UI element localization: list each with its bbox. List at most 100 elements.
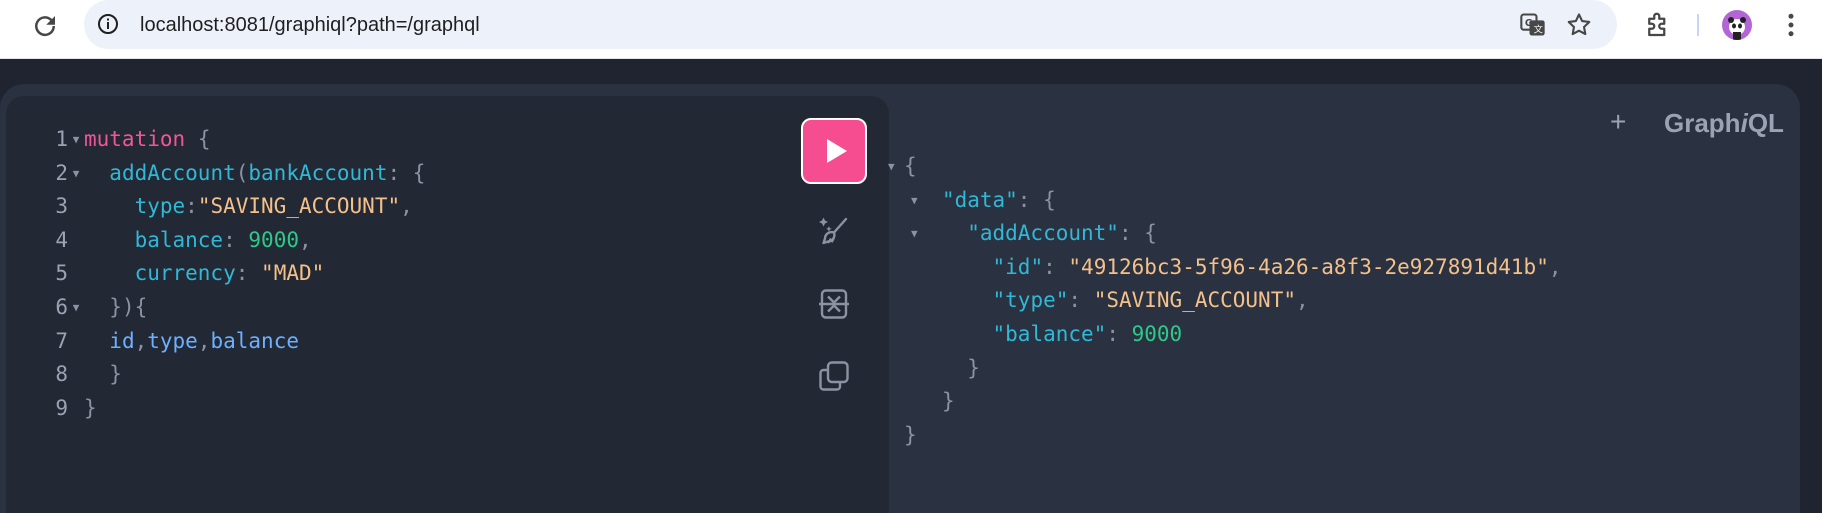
line-number: 4: [55, 227, 68, 252]
argument-name: bankAccount: [248, 160, 388, 185]
address-bar[interactable]: localhost:8081/graphiql?path=/graphql G …: [84, 0, 1617, 49]
type-key: "type": [992, 288, 1069, 313]
closing-brace: }: [109, 362, 122, 387]
colon: :: [185, 194, 198, 219]
svg-text:文: 文: [1534, 24, 1543, 36]
colon: :: [1068, 288, 1082, 313]
url-text[interactable]: localhost:8081/graphiql?path=/graphql: [140, 14, 480, 37]
execute-query-button[interactable]: [801, 118, 867, 184]
fold-arrow-icon[interactable]: ▼: [68, 291, 84, 325]
string-value: "SAVING_ACCOUNT": [197, 194, 401, 219]
code-line: 9}: [42, 392, 425, 426]
brace: {: [412, 160, 426, 185]
colon: :: [1017, 187, 1031, 212]
comma: ,: [298, 227, 312, 252]
result-line: "balance": 9000: [904, 318, 1562, 352]
query-code[interactable]: 1 ▼ mutation { 2 ▼ addAccount(bankAccount: …: [42, 123, 425, 425]
extensions-icon[interactable]: [1643, 10, 1673, 40]
selection-field: id: [109, 328, 135, 353]
comma: ,: [197, 328, 211, 353]
string-value: "MAD": [261, 261, 325, 286]
brace: {: [1043, 187, 1056, 212]
fold-arrow-icon[interactable]: ▼: [911, 217, 918, 251]
closing-brace: }: [967, 355, 980, 380]
balance-key: "balance": [992, 321, 1107, 346]
code-line: 6 ▼ }){: [42, 291, 425, 325]
bookmark-star-icon[interactable]: [1565, 11, 1593, 39]
line-number: 5: [55, 261, 68, 286]
number-value: 9000: [248, 227, 299, 252]
colon: :: [1118, 221, 1132, 246]
input-key: currency: [134, 261, 236, 286]
comma: ,: [400, 194, 413, 219]
closing-brace: }: [904, 422, 917, 447]
comma: ,: [1295, 288, 1309, 313]
comma: ,: [1548, 254, 1562, 279]
svg-text:G: G: [1525, 18, 1533, 29]
line-number: 2: [55, 160, 68, 185]
line-number: 3: [55, 194, 68, 219]
fold-arrow-icon[interactable]: ▼: [68, 123, 84, 157]
code-line: 1 ▼ mutation {: [42, 123, 425, 157]
panda-avatar-icon: [1728, 17, 1746, 40]
graphiql-logo: GraphiQL: [1664, 108, 1784, 138]
mutation-keyword: mutation: [84, 127, 186, 151]
line-number: 7: [55, 328, 68, 353]
result-line: "type": "SAVING_ACCOUNT",: [904, 284, 1562, 318]
result-line: ▼ "addAccount": {: [904, 217, 1562, 251]
code-line: 2 ▼ addAccount(bankAccount: {: [42, 157, 425, 191]
fold-arrow-icon[interactable]: ▼: [911, 184, 918, 218]
query-editor[interactable]: 1 ▼ mutation { 2 ▼ addAccount(bankAccount: …: [6, 96, 889, 513]
profile-avatar[interactable]: [1722, 10, 1752, 40]
line-number: 9: [55, 395, 68, 420]
play-icon: [827, 139, 847, 163]
result-line: }: [904, 419, 1562, 453]
brace: {: [1144, 221, 1157, 246]
id-value: "49126bc3-5f96-4a26-a8f3-2e927891d41b": [1068, 254, 1549, 279]
reload-icon[interactable]: [30, 11, 60, 41]
translate-icon[interactable]: G 文: [1519, 11, 1547, 39]
type-value: "SAVING_ACCOUNT": [1093, 288, 1296, 313]
id-key: "id": [992, 254, 1044, 279]
selection-field: balance: [210, 328, 299, 353]
mutation-field: addAccount: [109, 160, 236, 185]
balance-value: 9000: [1131, 321, 1183, 346]
closing-brace: }){: [109, 294, 148, 319]
selection-field: type: [147, 328, 198, 353]
line-number: 1: [55, 127, 68, 151]
comma: ,: [134, 328, 148, 353]
fold-arrow-icon[interactable]: ▼: [888, 150, 895, 184]
brace: {: [904, 154, 917, 178]
colon: :: [1106, 321, 1119, 346]
code-line: 5 currency: "MAD": [42, 257, 425, 291]
result-viewer[interactable]: ▼{ ▼ "data": { ▼ "addAccount": { "id": "…: [888, 150, 1562, 453]
colon: :: [387, 160, 401, 185]
site-info-icon[interactable]: [96, 12, 120, 36]
merge-fragments-icon[interactable]: [816, 286, 852, 322]
result-line: ▼ "data": {: [904, 184, 1562, 218]
code-line: 8 }: [42, 358, 425, 392]
result-line: }: [904, 385, 1562, 419]
add-tab-button[interactable]: +: [1610, 108, 1626, 136]
result-line: ▼{: [888, 150, 1562, 184]
brace: {: [197, 127, 211, 151]
more-menu-icon[interactable]: [1776, 10, 1806, 40]
line-number: 6: [55, 294, 68, 319]
fold-arrow-icon[interactable]: ▼: [68, 157, 84, 191]
code-line: 3 type:"SAVING_ACCOUNT",: [42, 190, 425, 224]
input-key: balance: [134, 227, 224, 252]
line-number: 8: [55, 362, 68, 387]
result-line: }: [904, 352, 1562, 386]
result-line: "id": "49126bc3-5f96-4a26-a8f3-2e927891d…: [904, 251, 1562, 285]
copy-query-icon[interactable]: [816, 358, 852, 394]
closing-brace: }: [84, 395, 97, 420]
colon: :: [223, 227, 236, 252]
colon: :: [1043, 254, 1056, 279]
code-line: 4 balance: 9000,: [42, 224, 425, 258]
colon: :: [235, 261, 249, 286]
data-key: "data": [941, 187, 1018, 212]
prettify-icon[interactable]: [816, 213, 852, 249]
add-account-key: "addAccount": [967, 221, 1119, 246]
input-key: type: [134, 194, 186, 219]
paren: (: [235, 160, 249, 185]
